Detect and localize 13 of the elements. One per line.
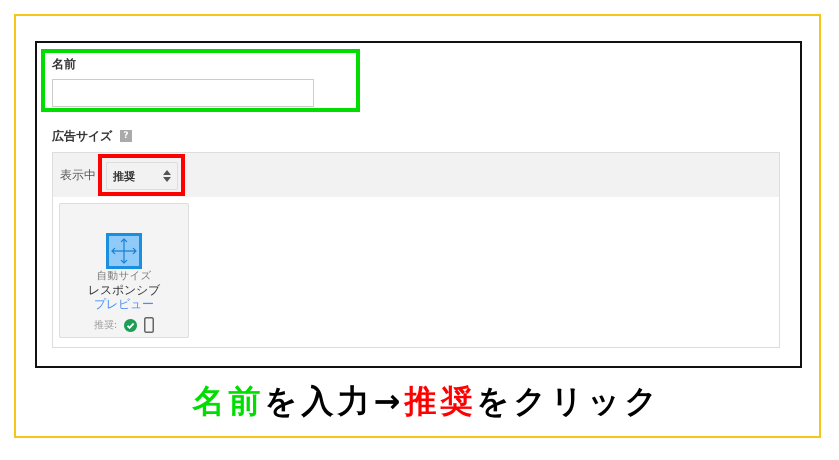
recommended-label: 推奨: (94, 318, 118, 332)
filter-select[interactable]: 推奨 (106, 162, 178, 190)
ad-size-card[interactable]: 自動サイズ レスポンシブ プレビュー 推奨: (59, 203, 189, 338)
phone-icon (144, 317, 154, 333)
name-field[interactable] (52, 79, 314, 107)
resize-arrows-icon (106, 233, 142, 269)
card-caption: 自動サイズ (96, 270, 152, 283)
card-title: レスポンシブ (88, 283, 160, 297)
name-label: 名前 (52, 56, 77, 73)
instruction-caption: 名前 を入力→推奨 をクリック (191, 381, 662, 421)
up-down-caret-icon (163, 170, 171, 182)
ad-size-label: 広告サイズ (52, 128, 112, 144)
filter-label: 表示中 (60, 166, 96, 184)
